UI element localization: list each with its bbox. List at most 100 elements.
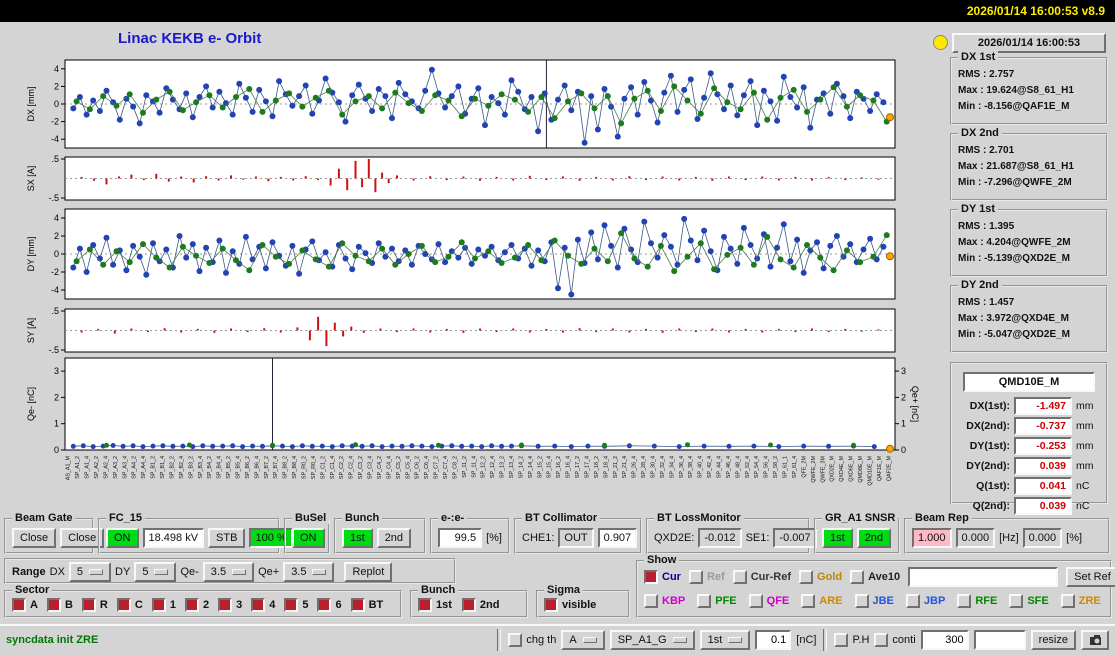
- checkbox-box[interactable]: [905, 594, 920, 608]
- checkbox-conti[interactable]: conti: [874, 633, 916, 647]
- range-qep-dropdown[interactable]: 3.5: [283, 561, 335, 582]
- checkbox-box[interactable]: [644, 594, 658, 608]
- threshold-input[interactable]: [755, 630, 792, 650]
- screenshot-button[interactable]: [1081, 630, 1109, 650]
- checkbox-6[interactable]: 6: [317, 598, 342, 612]
- checkbox-box[interactable]: [874, 633, 889, 647]
- checkbox-zre[interactable]: ZRE: [1060, 594, 1101, 608]
- replot-button[interactable]: Replot: [344, 561, 393, 582]
- checkbox-box[interactable]: [697, 594, 712, 608]
- checkbox-box[interactable]: [834, 633, 849, 647]
- interval-input[interactable]: [920, 630, 969, 650]
- checkbox-b[interactable]: B: [46, 598, 73, 612]
- stat-min: Min : -5.047@QXD2E_M: [958, 329, 1071, 340]
- group-fc15: FC_15 ON 18.498 kV STB 100 %: [98, 512, 293, 554]
- checkbox-ave10[interactable]: Ave10: [850, 570, 900, 584]
- checkbox-sfe[interactable]: SFE: [1009, 594, 1049, 608]
- checkbox-label: 4: [269, 599, 276, 611]
- checkbox-box[interactable]: [46, 598, 61, 612]
- resize-button[interactable]: resize: [1030, 630, 1076, 650]
- svg-text:2: 2: [901, 392, 906, 402]
- checkbox-label: B: [64, 599, 73, 611]
- group-beam-rep: Beam Rep 1.000 0.000 [Hz] 0.000 [%]: [904, 512, 1110, 554]
- checkbox-box[interactable]: [732, 570, 747, 584]
- checkbox-rfe[interactable]: RFE: [957, 594, 997, 608]
- checkbox-visible[interactable]: visible: [544, 598, 596, 612]
- checkbox-r[interactable]: R: [81, 598, 108, 612]
- checkbox-box[interactable]: [350, 598, 365, 612]
- checkbox-1[interactable]: 1: [151, 598, 176, 612]
- checkbox-3[interactable]: 3: [218, 598, 242, 612]
- svg-text:.5: .5: [51, 154, 59, 164]
- checkbox-box[interactable]: [418, 598, 432, 612]
- checkbox-bt[interactable]: BT: [350, 598, 383, 612]
- range-qem-dropdown[interactable]: 3.5: [202, 561, 255, 582]
- checkbox-box[interactable]: [508, 633, 523, 647]
- checkbox-ref[interactable]: Ref: [688, 570, 725, 584]
- checkbox-gold[interactable]: Gold: [799, 570, 842, 584]
- checkbox-box[interactable]: [461, 598, 476, 612]
- checkbox-box[interactable]: [544, 598, 558, 612]
- checkbox-box[interactable]: [116, 598, 131, 612]
- svg-text:0: 0: [901, 445, 906, 455]
- gr-snsr-1st-button[interactable]: 1st: [822, 527, 853, 548]
- checkbox-box[interactable]: [12, 598, 26, 612]
- checkbox-box[interactable]: [317, 598, 332, 612]
- checkbox-jbe[interactable]: JBE: [854, 594, 894, 608]
- checkbox-4[interactable]: 4: [251, 598, 275, 612]
- checkbox-a[interactable]: A: [12, 598, 38, 612]
- checkbox-chg-th[interactable]: chg th: [508, 633, 556, 647]
- checkbox-5[interactable]: 5: [284, 598, 308, 612]
- set-ref-button[interactable]: Set Ref: [1066, 567, 1115, 587]
- svg-text:SP_B2_4: SP_B2_4: [179, 456, 185, 479]
- checkbox-box[interactable]: [799, 570, 814, 584]
- aux-input[interactable]: [973, 630, 1026, 650]
- checkbox-box[interactable]: [218, 598, 233, 612]
- fc15-stb-button[interactable]: STB: [208, 527, 246, 548]
- checkbox-cur-ref[interactable]: Cur-Ref: [732, 570, 791, 584]
- checkbox-box[interactable]: [184, 598, 199, 612]
- bunch-2nd-button[interactable]: 2nd: [376, 527, 412, 548]
- checkbox-box[interactable]: [251, 598, 266, 612]
- checkbox-box[interactable]: [284, 598, 299, 612]
- checkbox-box[interactable]: [748, 594, 763, 608]
- orbit-charts[interactable]: 4 2 0 -2 -4 DX [mm] .5 -.5 SX [A] 4 2 0 -2 -4 DY [mm].…: [0, 52, 920, 518]
- checkbox-cur[interactable]: Cur: [644, 570, 681, 584]
- busel-on-button[interactable]: ON: [292, 527, 325, 548]
- checkbox-box[interactable]: [688, 570, 703, 584]
- range-dy-dropdown[interactable]: 5: [134, 561, 177, 582]
- checkbox-box[interactable]: [957, 594, 972, 608]
- checkbox-box[interactable]: [850, 570, 865, 584]
- checkbox-2nd[interactable]: 2nd: [461, 598, 499, 612]
- bunch-dropdown[interactable]: 1st: [699, 630, 751, 650]
- svg-text:QWFE_2M: QWFE_2M: [811, 455, 817, 482]
- fc15-on-button[interactable]: ON: [106, 527, 139, 548]
- checkbox-box[interactable]: [151, 598, 166, 612]
- checkbox-c[interactable]: C: [116, 598, 143, 612]
- checkbox-box[interactable]: [854, 594, 869, 608]
- gr-snsr-2nd-button[interactable]: 2nd: [856, 527, 892, 548]
- checkbox-1st[interactable]: 1st: [418, 598, 452, 612]
- checkbox-box[interactable]: [1009, 594, 1024, 608]
- checkbox-box[interactable]: [801, 594, 816, 608]
- svg-text:SP_B3_2: SP_B3_2: [188, 456, 194, 479]
- checkbox-qfe[interactable]: QFE: [748, 594, 789, 608]
- checkbox-pfe[interactable]: PFE: [697, 594, 737, 608]
- device-dropdown[interactable]: SP_A1_G: [609, 630, 695, 650]
- page-title: Linac KEKB e- Orbit: [118, 30, 262, 47]
- ref-file-input[interactable]: [908, 567, 1059, 587]
- range-dx-dropdown[interactable]: 5: [68, 561, 112, 582]
- sector-dropdown[interactable]: A: [561, 630, 605, 650]
- svg-text:0: 0: [54, 445, 59, 455]
- checkbox-jbp[interactable]: JBP: [905, 594, 945, 608]
- checkbox-kbp[interactable]: KBP: [644, 594, 685, 608]
- checkbox-2[interactable]: 2: [184, 598, 209, 612]
- checkbox-are[interactable]: ARE: [801, 594, 843, 608]
- beam-gate-close-1-button[interactable]: Close: [12, 527, 57, 548]
- checkbox-box[interactable]: [644, 570, 658, 584]
- bunch-1st-button[interactable]: 1st: [342, 527, 373, 548]
- checkbox-box[interactable]: [1060, 594, 1075, 608]
- checkbox-box[interactable]: [81, 598, 96, 612]
- checkbox-p-h[interactable]: P.H: [834, 633, 869, 647]
- svg-text:SP_B6_2: SP_B6_2: [245, 456, 251, 479]
